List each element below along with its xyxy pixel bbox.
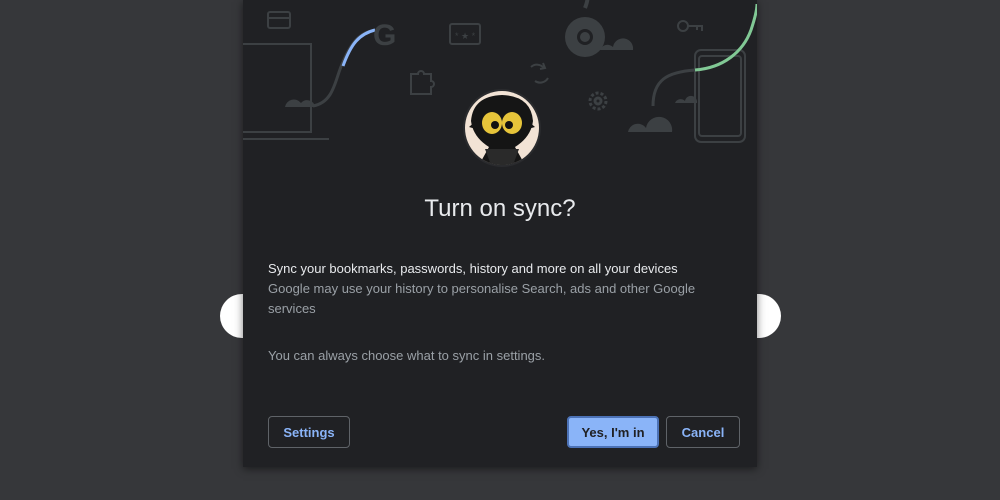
sync-dialog: G * ★ * Turn on sync? Sync your bookmark… — [243, 0, 757, 467]
card-icon — [267, 11, 291, 29]
dialog-title: Turn on sync? — [424, 195, 576, 222]
sync-icon — [530, 62, 549, 84]
puzzle-icon — [410, 70, 435, 95]
avatar — [463, 89, 541, 167]
key-icon — [677, 20, 703, 32]
settings-gear-icon — [588, 91, 608, 111]
confirm-sync-button[interactable]: Yes, I'm in — [567, 416, 659, 448]
google-logo-icon: G — [373, 19, 396, 52]
blue-wire — [312, 28, 376, 108]
laptop-icon — [243, 43, 329, 140]
password-card-icon: * ★ * — [449, 23, 481, 45]
settings-button[interactable]: Settings — [268, 416, 350, 448]
sync-settings-note: You can always choose what to sync in se… — [268, 348, 546, 363]
sync-headline: Sync your bookmarks, passwords, history … — [268, 261, 678, 276]
sync-description: Google may use your history to personali… — [268, 281, 696, 316]
cancel-button[interactable]: Cancel — [666, 416, 740, 448]
chrome-logo-icon — [565, 0, 605, 57]
svg-text:* ★ *: * ★ * — [455, 31, 476, 41]
